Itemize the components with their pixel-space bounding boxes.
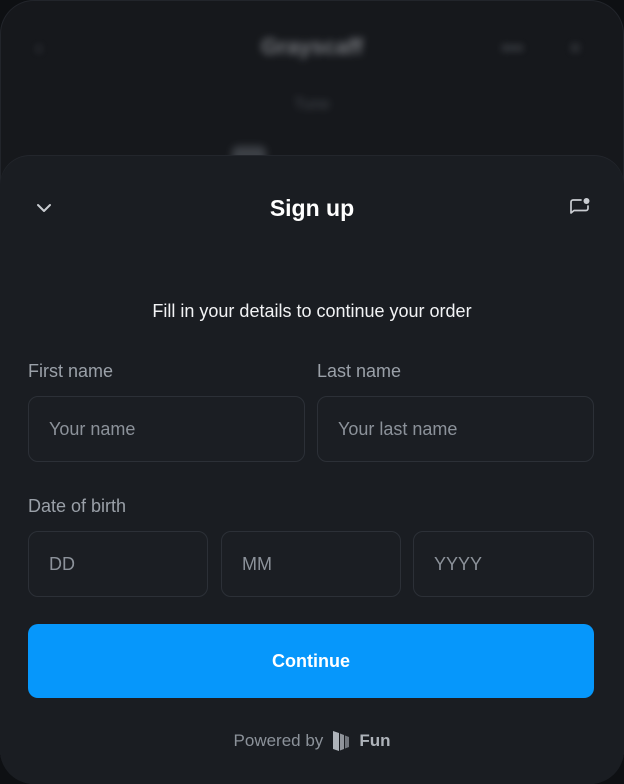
signup-sheet: Sign up Fill in your details to continue… bbox=[0, 156, 624, 784]
date-of-birth-label: Date of birth bbox=[28, 496, 127, 516]
last-name-input[interactable] bbox=[318, 397, 593, 461]
fun-logo-icon bbox=[333, 731, 350, 751]
powered-by-footer: Powered by Fun bbox=[0, 728, 624, 754]
last-name-label: Last name bbox=[317, 361, 402, 381]
dob-day-field bbox=[28, 531, 208, 597]
sheet-title: Sign up bbox=[269, 195, 355, 221]
dob-month-input[interactable] bbox=[222, 532, 400, 596]
first-name-input[interactable] bbox=[29, 397, 304, 461]
sheet-subtitle: Fill in your details to continue your or… bbox=[152, 301, 472, 321]
background-title: Grayscaff bbox=[261, 34, 363, 59]
background-more-icon: ••• bbox=[502, 38, 524, 58]
brand-link[interactable]: Fun bbox=[331, 728, 390, 754]
app-frame: ‹ Grayscaff ••• × Tune Sign up Fill in y… bbox=[0, 0, 624, 784]
background-page: ‹ Grayscaff ••• × Tune bbox=[0, 0, 624, 180]
first-name-field bbox=[28, 396, 305, 462]
dob-year-field bbox=[413, 531, 594, 597]
dob-day-input[interactable] bbox=[29, 532, 207, 596]
powered-by-text: Powered by bbox=[233, 731, 324, 750]
brand-name: Fun bbox=[359, 731, 391, 750]
feedback-button[interactable] bbox=[564, 192, 596, 224]
background-close-icon: × bbox=[570, 38, 581, 58]
background-subtitle: Tune bbox=[294, 96, 330, 113]
chat-notification-icon bbox=[570, 198, 590, 214]
last-name-field bbox=[317, 396, 594, 462]
first-name-label: First name bbox=[28, 361, 114, 381]
dob-year-input[interactable] bbox=[414, 532, 593, 596]
dob-month-field bbox=[221, 531, 401, 597]
continue-button[interactable]: Continue bbox=[28, 624, 594, 698]
